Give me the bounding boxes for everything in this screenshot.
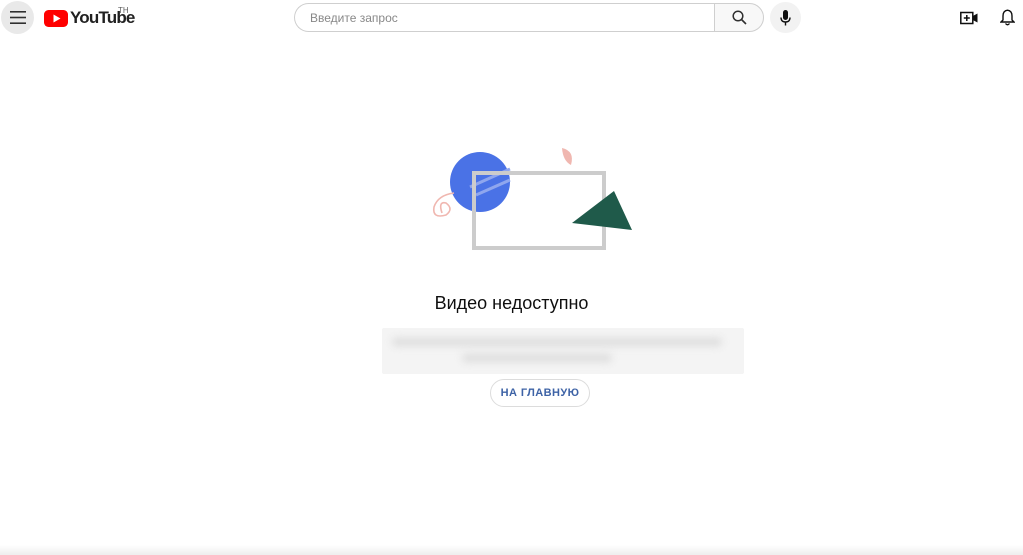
notifications-button[interactable] (996, 6, 1018, 28)
search-input[interactable] (308, 9, 714, 26)
youtube-play-logo-icon (44, 9, 68, 27)
create-button[interactable] (958, 7, 980, 29)
top-bar: YouTube TH (0, 0, 1023, 36)
home-button[interactable]: НА ГЛАВНУЮ (490, 379, 590, 407)
page-title: Видео недоступно (434, 293, 589, 313)
region-code: TH (118, 6, 129, 15)
bottom-shadow (0, 545, 1023, 555)
hamburger-menu-icon (9, 11, 26, 24)
blurred-message (382, 328, 744, 374)
search-button[interactable] (714, 3, 764, 32)
menu-button[interactable] (1, 1, 34, 34)
pink-leaf-shape (562, 148, 572, 165)
video-unavailable-illustration (432, 148, 632, 250)
create-video-icon (960, 11, 978, 25)
search-field[interactable] (294, 3, 714, 32)
bell-icon (999, 8, 1015, 25)
voice-search-button[interactable] (770, 2, 801, 33)
pink-squiggle-shape (432, 192, 455, 217)
microphone-icon (780, 9, 791, 25)
search-icon (731, 10, 747, 25)
